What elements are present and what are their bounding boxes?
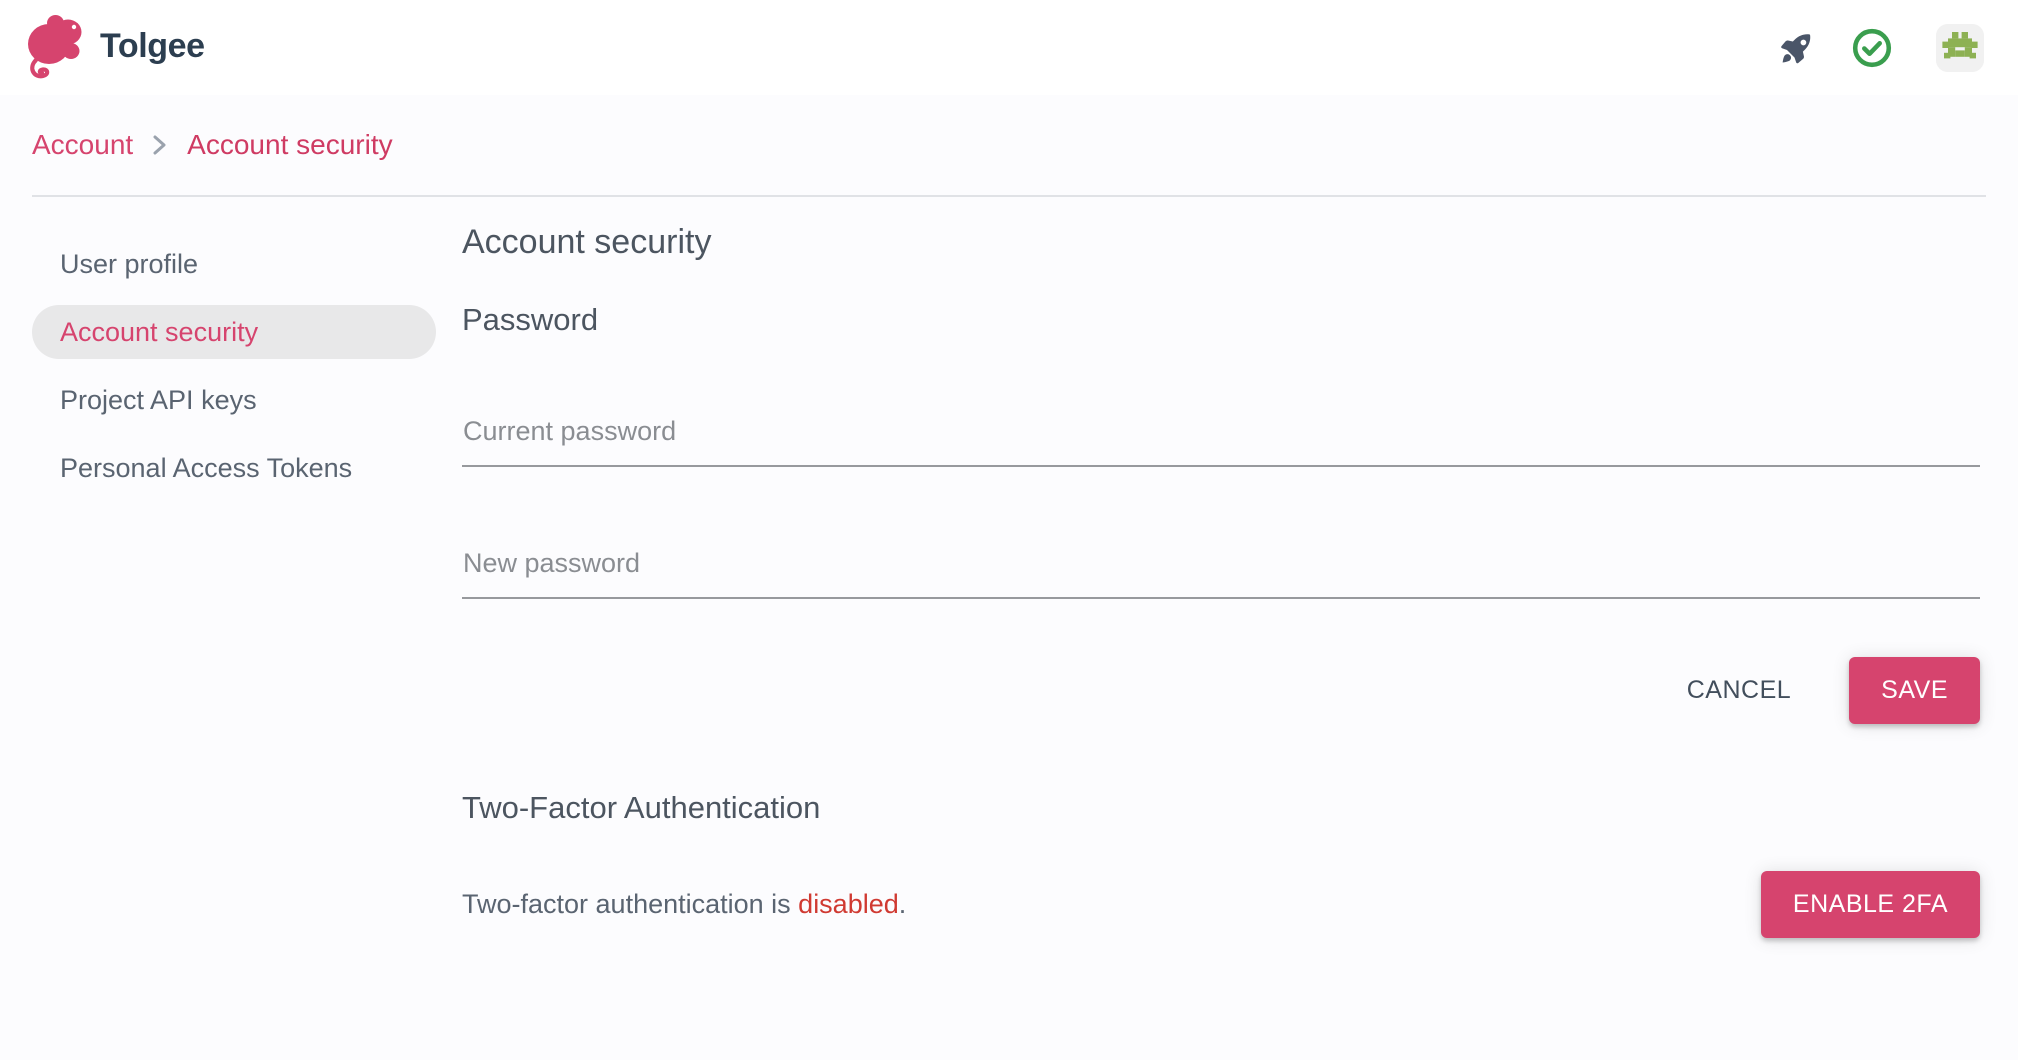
- settings-sidebar: User profile Account security Project AP…: [0, 197, 462, 1060]
- chevron-right-icon: [151, 134, 169, 156]
- breadcrumb-item-account[interactable]: Account: [32, 131, 133, 159]
- tfa-status-row: Two-factor authentication is disabled. E…: [462, 871, 1980, 938]
- check-circle-icon: [1852, 28, 1892, 67]
- current-password-input[interactable]: [462, 414, 1980, 449]
- user-avatar-button[interactable]: [1936, 23, 1984, 72]
- sidebar-item-label: User profile: [60, 248, 199, 279]
- tfa-status-prefix: Two-factor authentication is: [462, 888, 799, 919]
- new-password-input[interactable]: [462, 546, 1980, 581]
- new-password-field[interactable]: [462, 521, 1980, 599]
- tolgee-mouse-logo-icon: [28, 14, 82, 78]
- top-navigation-bar: Tolgee: [0, 0, 2018, 95]
- enable-2fa-button[interactable]: ENABLE 2FA: [1760, 871, 1980, 938]
- page-content: User profile Account security Project AP…: [0, 197, 2018, 1060]
- page-title: Account security: [462, 223, 712, 261]
- main-panel: Account security Password CANCEL SAVE Tw…: [462, 197, 2018, 1060]
- user-avatar-identicon-icon: [1936, 23, 1984, 72]
- sidebar-item-personal-access-tokens[interactable]: Personal Access Tokens: [32, 441, 436, 495]
- two-factor-authentication-section: Two-Factor Authentication Two-factor aut…: [462, 792, 1980, 938]
- breadcrumb-item-account-security[interactable]: Account security: [187, 131, 392, 159]
- sidebar-item-project-api-keys[interactable]: Project API keys: [32, 373, 436, 427]
- sidebar-item-label: Personal Access Tokens: [60, 452, 353, 483]
- current-password-field[interactable]: [462, 389, 1980, 467]
- brand-name: Tolgee: [100, 27, 205, 65]
- rocket-icon: [1781, 33, 1811, 63]
- sidebar-item-account-security[interactable]: Account security: [32, 305, 436, 359]
- check-circle-icon-button[interactable]: [1848, 24, 1896, 72]
- save-button[interactable]: SAVE: [1849, 657, 1980, 724]
- sidebar-item-label: Account security: [60, 316, 259, 347]
- tfa-status-state: disabled: [798, 888, 899, 919]
- password-form-actions: CANCEL SAVE: [462, 657, 1980, 724]
- topbar-actions: [1772, 23, 1990, 72]
- password-section-title: Password: [462, 302, 599, 337]
- account-security-page: Tolgee Account Account security User pro…: [0, 0, 2018, 1060]
- rocket-icon-button[interactable]: [1772, 24, 1820, 72]
- sidebar-item-user-profile[interactable]: User profile: [32, 237, 436, 291]
- tfa-section-title: Two-Factor Authentication: [462, 790, 821, 825]
- cancel-button[interactable]: CANCEL: [1675, 662, 1803, 719]
- tfa-status-suffix: .: [898, 888, 907, 919]
- tfa-status-text: Two-factor authentication is disabled.: [462, 887, 906, 922]
- brand-logo[interactable]: Tolgee: [24, 12, 205, 84]
- breadcrumb: Account Account security: [0, 95, 2018, 195]
- sidebar-item-label: Project API keys: [60, 384, 257, 415]
